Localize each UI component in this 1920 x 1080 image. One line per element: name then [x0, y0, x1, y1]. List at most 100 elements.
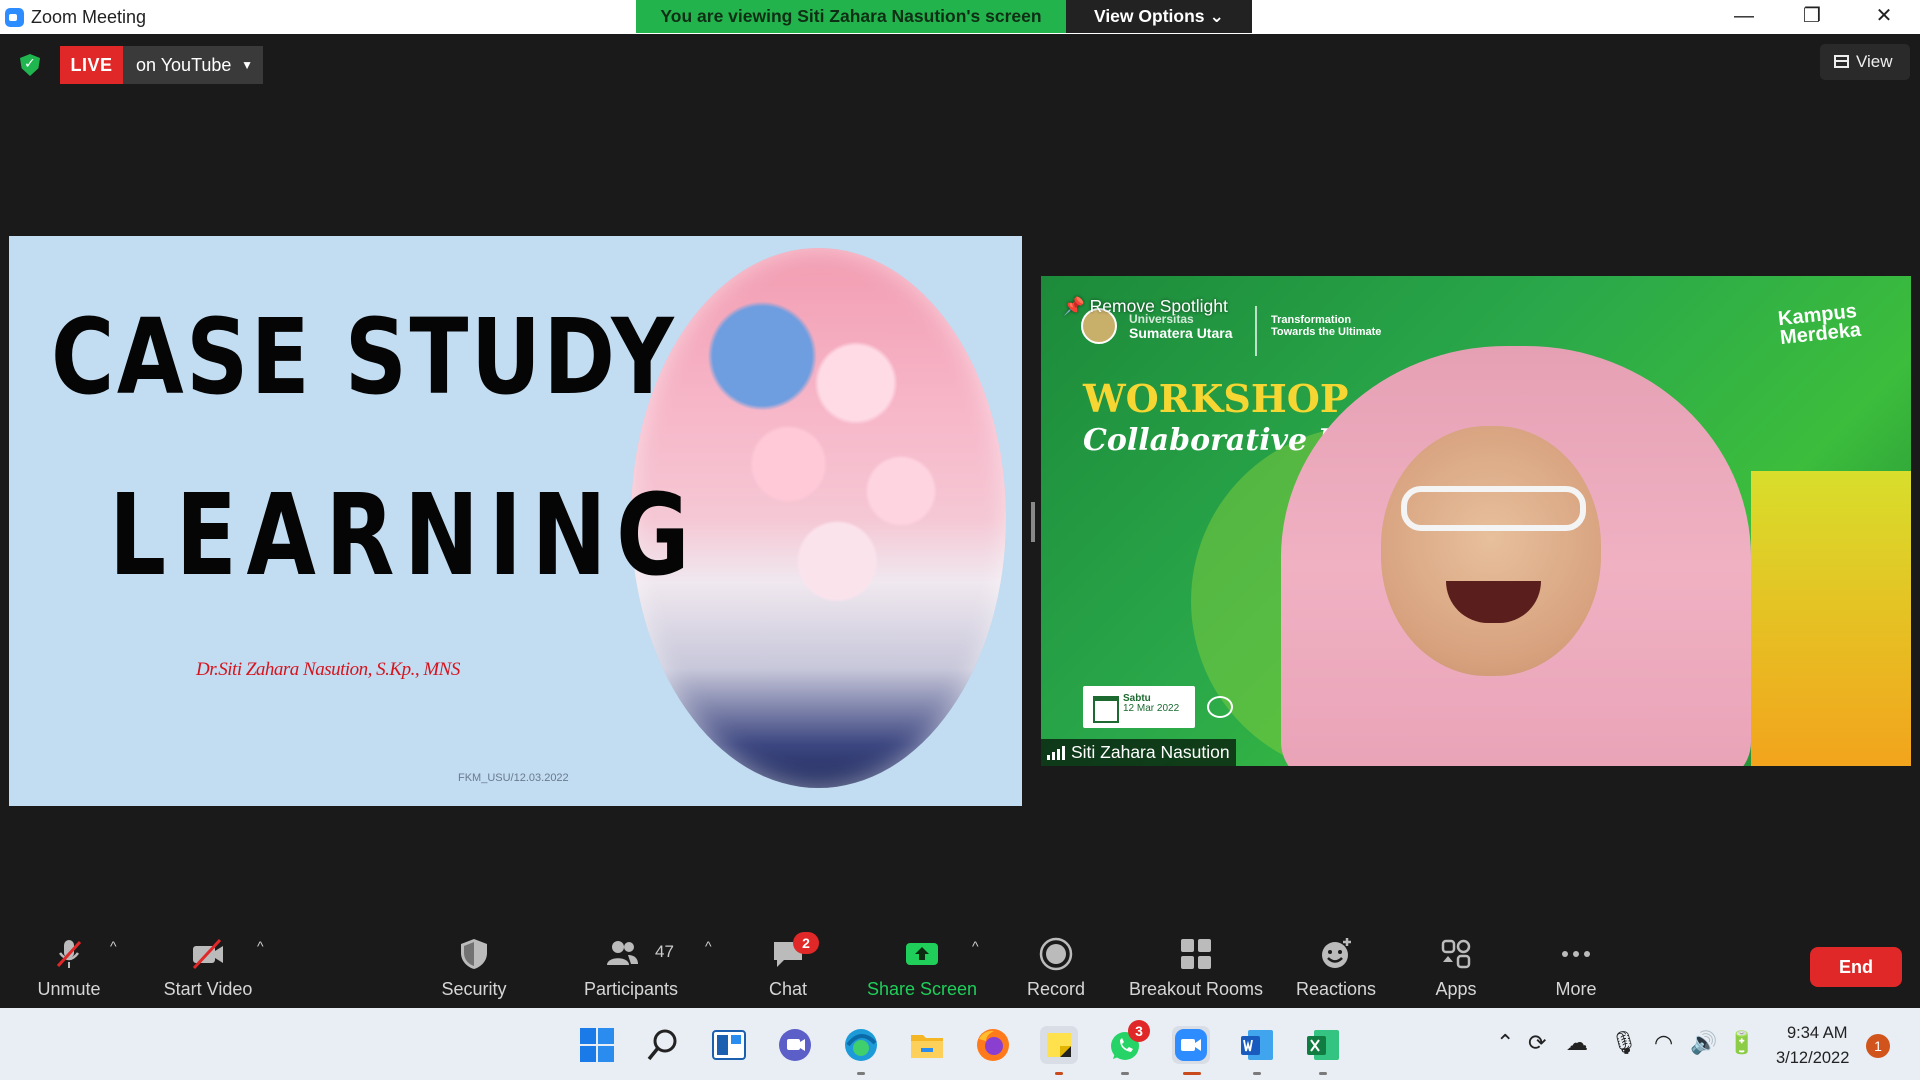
share-options-caret[interactable]: ^: [972, 938, 979, 954]
remove-spotlight-button[interactable]: 📌 Remove Spotlight: [1063, 296, 1228, 317]
view-options-button[interactable]: View Options ⌄: [1066, 0, 1252, 33]
slide-title-line2: LEARNING: [109, 471, 700, 601]
logo-divider: [1255, 306, 1257, 356]
sticky-notes-icon[interactable]: [1040, 1026, 1078, 1064]
more-button[interactable]: More: [1546, 920, 1606, 1008]
participants-count: 47: [655, 942, 674, 961]
onedrive-cloud-icon[interactable]: ☁: [1566, 1030, 1588, 1056]
kampus-merdeka-logo: Kampus Merdeka: [1777, 300, 1863, 350]
slide-author: Dr.Siti Zahara Nasution, S.Kp., MNS: [196, 659, 460, 680]
volume-icon[interactable]: 🔊: [1690, 1030, 1717, 1056]
share-screen-icon: [906, 943, 938, 965]
date-line2: 12 Mar 2022: [1123, 703, 1180, 714]
teams-chat-icon[interactable]: [776, 1026, 814, 1064]
participant-video-tile[interactable]: Universitas Sumatera Utara Transformatio…: [1041, 276, 1911, 766]
record-label: Record: [1026, 979, 1086, 999]
windows-start-icon[interactable]: [578, 1026, 616, 1064]
record-icon: [1039, 937, 1073, 971]
running-indicator: [1055, 1072, 1063, 1075]
excel-icon[interactable]: [1304, 1026, 1342, 1064]
slide-footer: FKM_USU/12.03.2022: [458, 772, 569, 784]
date-card: Sabtu 12 Mar 2022: [1083, 686, 1195, 728]
share-screen-button[interactable]: Share Screen: [862, 920, 982, 1008]
start-video-label: Start Video: [163, 979, 253, 999]
unmute-button[interactable]: Unmute: [28, 920, 110, 1008]
pin-icon: 📌: [1063, 296, 1085, 316]
video-camera-off-icon: [192, 938, 223, 970]
zoom-icon[interactable]: [1172, 1026, 1210, 1064]
start-video-button[interactable]: Start Video: [158, 920, 258, 1008]
shared-screen[interactable]: CASE STUDY LEARNING Dr.Siti Zahara Nasut…: [9, 236, 1022, 806]
view-layout-button[interactable]: View: [1820, 44, 1910, 80]
live-destination-dropdown[interactable]: on YouTube ▼: [123, 46, 263, 84]
breakout-rooms-label: Breakout Rooms: [1128, 979, 1264, 999]
participants-label: Participants: [583, 979, 679, 999]
live-badge: LIVE: [60, 46, 123, 84]
security-label: Security: [441, 979, 507, 999]
notification-count-badge[interactable]: 1: [1866, 1034, 1890, 1058]
university-line2: Sumatera Utara: [1129, 325, 1233, 341]
reactions-label: Reactions: [1295, 979, 1377, 999]
caret-down-icon: ▼: [241, 58, 253, 72]
window-title: Zoom Meeting: [31, 7, 147, 27]
more-label: More: [1555, 979, 1597, 999]
splitter-handle[interactable]: [1031, 502, 1035, 542]
running-indicator: [1253, 1072, 1261, 1075]
show-hidden-icons-chevron-icon[interactable]: ⌃: [1496, 1030, 1514, 1056]
zoom-app-icon: [5, 8, 24, 27]
viewing-screen-banner: You are viewing Siti Zahara Nasution's s…: [636, 0, 1066, 33]
chat-button[interactable]: 2 Chat: [760, 920, 819, 1008]
chat-unread-badge: 2: [793, 932, 819, 954]
microphone-muted-icon: [56, 940, 82, 968]
breakout-rooms-button[interactable]: Breakout Rooms: [1126, 920, 1266, 1008]
breakout-rooms-icon: [1181, 939, 1211, 969]
tagline-line2: Towards the Ultimate: [1271, 326, 1382, 338]
participant-name-tag: Siti Zahara Nasution: [1041, 739, 1236, 766]
participant-glasses: [1401, 486, 1586, 531]
sync-icon[interactable]: ⟳: [1528, 1030, 1546, 1056]
chat-label: Chat: [768, 979, 808, 999]
clock-time[interactable]: 9:34 AM: [1787, 1024, 1848, 1043]
tagline-line1: Transformation: [1271, 314, 1352, 326]
participants-options-caret[interactable]: ^: [705, 938, 712, 954]
search-icon[interactable]: [644, 1026, 682, 1064]
close-button[interactable]: ✕: [1850, 0, 1918, 34]
kampus-line2: Merdeka: [1779, 318, 1863, 350]
windows-taskbar: 3 ⌃ ⟳ ☁ 🎙 ◠ 🔊 🔋 9:34 AM 3/12/2022 1: [0, 1008, 1920, 1080]
firefox-icon[interactable]: [974, 1026, 1012, 1064]
participants-button[interactable]: 47 Participants: [575, 920, 687, 1008]
clock-date[interactable]: 3/12/2022: [1776, 1049, 1849, 1068]
reactions-smiley-icon: [1322, 938, 1351, 968]
whatsapp-badge: 3: [1128, 1020, 1150, 1042]
task-view-icon[interactable]: [710, 1026, 748, 1064]
audio-options-caret[interactable]: ^: [110, 938, 117, 954]
file-explorer-icon[interactable]: [908, 1026, 946, 1064]
view-label: View: [1856, 52, 1893, 71]
apps-button[interactable]: Apps: [1426, 920, 1486, 1008]
camera-icon: [1207, 696, 1233, 718]
security-button[interactable]: Security: [432, 920, 516, 1008]
reactions-button[interactable]: Reactions: [1294, 920, 1378, 1008]
running-indicator: [1319, 1072, 1327, 1075]
word-icon[interactable]: [1238, 1026, 1276, 1064]
microphone-icon[interactable]: 🎙: [1610, 1030, 1638, 1056]
running-indicator: [1121, 1072, 1129, 1075]
wifi-icon[interactable]: ◠: [1654, 1030, 1673, 1056]
signal-strength-icon: [1047, 746, 1065, 760]
more-dots-icon: [1562, 951, 1590, 957]
end-meeting-button[interactable]: End: [1810, 947, 1902, 987]
unmute-label: Unmute: [37, 979, 101, 999]
meeting-toolbar: Unmute ^ Start Video ^ Security 47 Parti…: [0, 920, 1920, 1008]
minimize-button[interactable]: —: [1710, 0, 1778, 34]
grid-view-icon: [1834, 55, 1849, 68]
record-button[interactable]: Record: [1020, 920, 1092, 1008]
running-indicator: [857, 1072, 865, 1075]
encryption-shield-icon[interactable]: [20, 54, 40, 76]
edge-icon[interactable]: [842, 1026, 880, 1064]
participant-face: [1381, 426, 1601, 676]
active-indicator: [1183, 1072, 1201, 1075]
tagline: Transformation Towards the Ultimate: [1271, 314, 1381, 338]
video-options-caret[interactable]: ^: [257, 938, 264, 954]
restore-button[interactable]: ❐: [1778, 0, 1846, 34]
battery-icon[interactable]: 🔋: [1728, 1030, 1755, 1056]
